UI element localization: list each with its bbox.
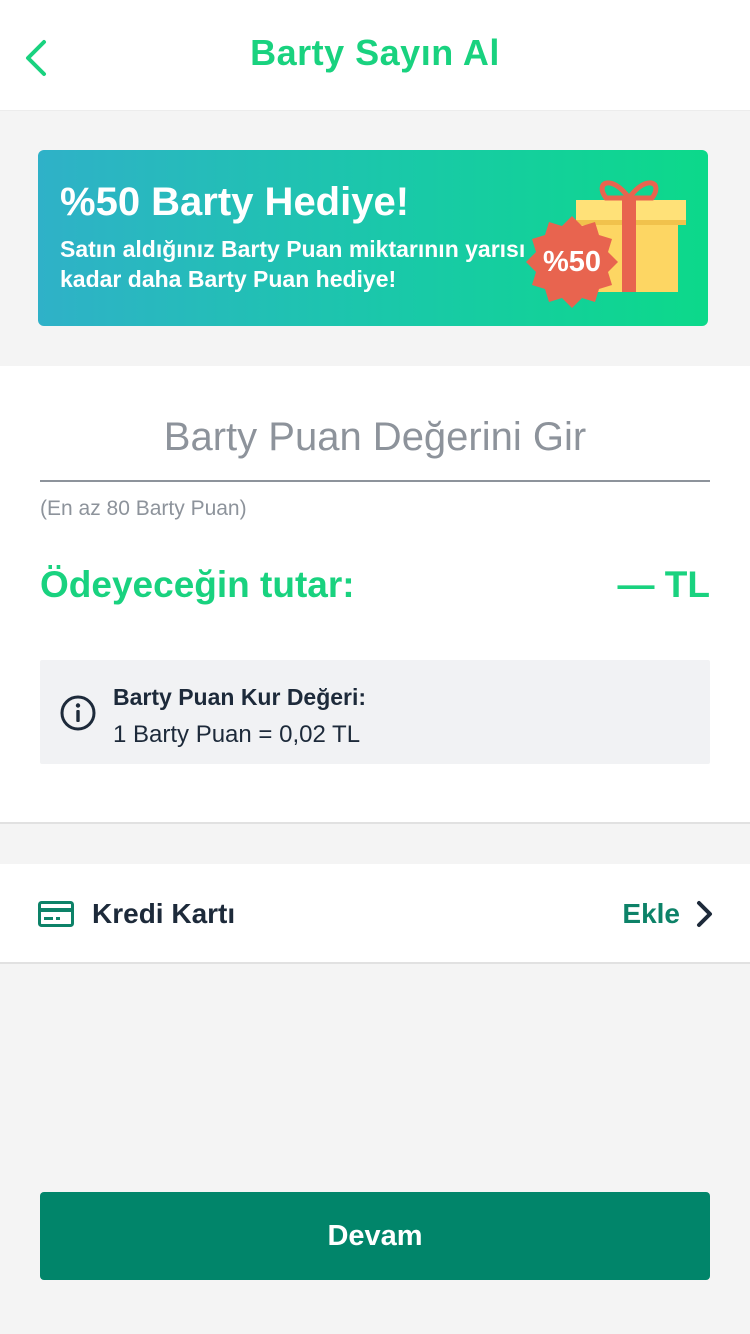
promo-subtitle: Satın aldığınız Barty Puan miktarının ya… bbox=[60, 236, 526, 292]
chevron-right-icon[interactable] bbox=[696, 900, 714, 928]
credit-card-icon bbox=[38, 901, 74, 927]
payment-method-row[interactable]: Kredi Kartı Ekle bbox=[0, 864, 750, 964]
min-points-hint: (En az 80 Barty Puan) bbox=[40, 497, 247, 520]
pay-amount-value: — TL bbox=[617, 564, 710, 605]
promo-banner[interactable]: %50 Barty Hediye! Satın aldığınız Barty … bbox=[38, 150, 708, 326]
payment-method-label: Kredi Kartı bbox=[92, 898, 236, 929]
add-card-link[interactable]: Ekle bbox=[622, 898, 680, 930]
exchange-rate-title: Barty Puan Kur Değeri: bbox=[113, 684, 367, 710]
purchase-card: (En az 80 Barty Puan) Ödeyeceğin tutar: … bbox=[0, 366, 750, 824]
exchange-rate-value: 1 Barty Puan = 0,02 TL bbox=[113, 721, 361, 748]
page-title: Barty Sayın Al bbox=[250, 32, 500, 73]
top-bar: Barty Sayın Al bbox=[0, 0, 750, 110]
points-input[interactable] bbox=[40, 394, 710, 482]
continue-button[interactable]: Devam bbox=[40, 1192, 710, 1280]
promo-title: %50 Barty Hediye! bbox=[60, 180, 410, 224]
gift-box-icon: %50 bbox=[526, 180, 686, 308]
exchange-rate-box: Barty Puan Kur Değeri: 1 Barty Puan = 0,… bbox=[40, 660, 710, 764]
pay-amount-label: Ödeyeceğin tutar: bbox=[40, 564, 355, 605]
discount-badge-label: %50 bbox=[543, 246, 601, 278]
info-icon bbox=[60, 695, 96, 731]
